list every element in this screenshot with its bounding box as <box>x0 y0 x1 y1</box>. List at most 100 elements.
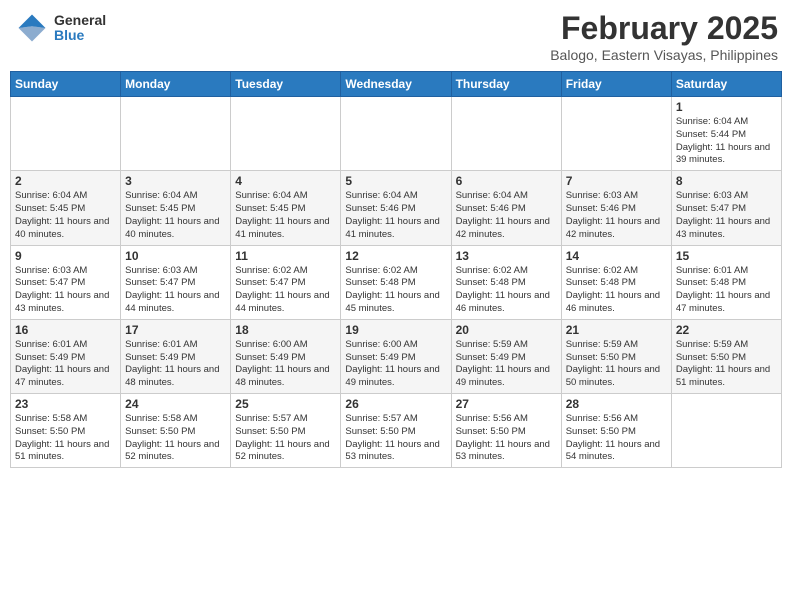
calendar-cell: 5Sunrise: 6:04 AMSunset: 5:46 PMDaylight… <box>341 171 451 245</box>
calendar-week-row: 9 Sunrise: 6:03 AMSunset: 5:47 PMDaylight… <box>11 245 782 319</box>
calendar-cell: 17 Sunrise: 6:01 AMSunset: 5:49 PMDayligh… <box>121 319 231 393</box>
calendar-cell: 18 Sunrise: 6:00 AMSunset: 5:49 PMDayligh… <box>231 319 341 393</box>
calendar-cell: 20Sunrise: 5:59 AMSunset: 5:49 PMDayligh… <box>451 319 561 393</box>
calendar-cell: 21 Sunrise: 5:59 AMSunset: 5:50 PMDayligh… <box>561 319 671 393</box>
day-info: Sunrise: 5:59 AMSunset: 5:50 PMDaylight:… <box>676 339 777 390</box>
day-number: 28 <box>566 397 667 411</box>
weekday-header-monday: Monday <box>121 72 231 97</box>
day-number: 19 <box>345 323 446 337</box>
day-info: Sunrise: 5:58 AMSunset: 5:50 PMDaylight:… <box>15 413 116 464</box>
calendar-cell: 1 Sunrise: 6:04 AMSunset: 5:44 PMDaylight… <box>671 97 781 171</box>
weekday-header-friday: Friday <box>561 72 671 97</box>
logo-icon <box>14 10 50 46</box>
calendar-cell: 13Sunrise: 6:02 AMSunset: 5:48 PMDayligh… <box>451 245 561 319</box>
calendar-cell <box>231 97 341 171</box>
calendar-cell: 8 Sunrise: 6:03 AMSunset: 5:47 PMDaylight… <box>671 171 781 245</box>
calendar-cell <box>451 97 561 171</box>
location-subtitle: Balogo, Eastern Visayas, Philippines <box>550 47 778 63</box>
day-number: 2 <box>15 174 116 188</box>
page-header: General Blue February 2025 Balogo, Easte… <box>10 10 782 63</box>
calendar-cell: 2 Sunrise: 6:04 AMSunset: 5:45 PMDaylight… <box>11 171 121 245</box>
title-block: February 2025 Balogo, Eastern Visayas, P… <box>550 10 778 63</box>
day-info: Sunrise: 5:57 AMSunset: 5:50 PMDaylight:… <box>345 413 446 464</box>
day-number: 23 <box>15 397 116 411</box>
calendar-cell <box>341 97 451 171</box>
logo-text: General Blue <box>54 13 106 44</box>
logo-blue: Blue <box>54 28 106 43</box>
calendar-cell: 9 Sunrise: 6:03 AMSunset: 5:47 PMDaylight… <box>11 245 121 319</box>
day-number: 12 <box>345 249 446 263</box>
day-number: 21 <box>566 323 667 337</box>
day-info: Sunrise: 6:03 AMSunset: 5:47 PMDaylight:… <box>125 265 226 316</box>
month-year-title: February 2025 <box>550 10 778 47</box>
calendar-week-row: 2 Sunrise: 6:04 AMSunset: 5:45 PMDaylight… <box>11 171 782 245</box>
calendar-cell: 26 Sunrise: 5:57 AMSunset: 5:50 PMDayligh… <box>341 394 451 468</box>
day-number: 18 <box>235 323 336 337</box>
day-info: Sunrise: 5:59 AMSunset: 5:50 PMDaylight:… <box>566 339 667 390</box>
day-info: Sunrise: 6:01 AMSunset: 5:48 PMDaylight:… <box>676 265 777 316</box>
day-info: Sunrise: 6:00 AMSunset: 5:49 PMDaylight:… <box>345 339 446 390</box>
day-number: 9 <box>15 249 116 263</box>
day-info: Sunrise: 6:04 AMSunset: 5:45 PMDaylight:… <box>235 190 336 241</box>
calendar-week-row: 16Sunrise: 6:01 AMSunset: 5:49 PMDayligh… <box>11 319 782 393</box>
calendar-cell: 27Sunrise: 5:56 AMSunset: 5:50 PMDayligh… <box>451 394 561 468</box>
weekday-header-wednesday: Wednesday <box>341 72 451 97</box>
day-number: 4 <box>235 174 336 188</box>
calendar-cell: 7 Sunrise: 6:03 AMSunset: 5:46 PMDaylight… <box>561 171 671 245</box>
day-info: Sunrise: 6:02 AMSunset: 5:48 PMDaylight:… <box>566 265 667 316</box>
day-info: Sunrise: 6:04 AMSunset: 5:46 PMDaylight:… <box>345 190 446 241</box>
day-info: Sunrise: 5:58 AMSunset: 5:50 PMDaylight:… <box>125 413 226 464</box>
calendar-cell: 15 Sunrise: 6:01 AMSunset: 5:48 PMDayligh… <box>671 245 781 319</box>
calendar-cell: 10 Sunrise: 6:03 AMSunset: 5:47 PMDayligh… <box>121 245 231 319</box>
day-number: 15 <box>676 249 777 263</box>
calendar-cell: 24 Sunrise: 5:58 AMSunset: 5:50 PMDayligh… <box>121 394 231 468</box>
day-number: 26 <box>345 397 446 411</box>
calendar-cell: 16Sunrise: 6:01 AMSunset: 5:49 PMDayligh… <box>11 319 121 393</box>
day-number: 25 <box>235 397 336 411</box>
calendar-week-row: 23 Sunrise: 5:58 AMSunset: 5:50 PMDayligh… <box>11 394 782 468</box>
calendar-cell <box>11 97 121 171</box>
day-number: 3 <box>125 174 226 188</box>
day-number: 10 <box>125 249 226 263</box>
day-number: 7 <box>566 174 667 188</box>
calendar-cell: 12 Sunrise: 6:02 AMSunset: 5:48 PMDayligh… <box>341 245 451 319</box>
calendar-cell: 14 Sunrise: 6:02 AMSunset: 5:48 PMDayligh… <box>561 245 671 319</box>
weekday-header-row: SundayMondayTuesdayWednesdayThursdayFrid… <box>11 72 782 97</box>
calendar-cell <box>121 97 231 171</box>
day-info: Sunrise: 6:03 AMSunset: 5:46 PMDaylight:… <box>566 190 667 241</box>
day-number: 14 <box>566 249 667 263</box>
day-info: Sunrise: 6:02 AMSunset: 5:47 PMDaylight:… <box>235 265 336 316</box>
calendar-cell: 28 Sunrise: 5:56 AMSunset: 5:50 PMDayligh… <box>561 394 671 468</box>
weekday-header-saturday: Saturday <box>671 72 781 97</box>
day-number: 13 <box>456 249 557 263</box>
day-number: 6 <box>456 174 557 188</box>
day-info: Sunrise: 6:01 AMSunset: 5:49 PMDaylight:… <box>125 339 226 390</box>
day-info: Sunrise: 6:04 AMSunset: 5:46 PMDaylight:… <box>456 190 557 241</box>
calendar-cell: 4 Sunrise: 6:04 AMSunset: 5:45 PMDaylight… <box>231 171 341 245</box>
day-info: Sunrise: 5:59 AMSunset: 5:49 PMDaylight:… <box>456 339 557 390</box>
day-info: Sunrise: 5:56 AMSunset: 5:50 PMDaylight:… <box>566 413 667 464</box>
day-info: Sunrise: 6:04 AMSunset: 5:44 PMDaylight:… <box>676 116 777 167</box>
day-info: Sunrise: 6:01 AMSunset: 5:49 PMDaylight:… <box>15 339 116 390</box>
day-number: 11 <box>235 249 336 263</box>
weekday-header-tuesday: Tuesday <box>231 72 341 97</box>
day-info: Sunrise: 6:00 AMSunset: 5:49 PMDaylight:… <box>235 339 336 390</box>
calendar-cell: 25 Sunrise: 5:57 AMSunset: 5:50 PMDayligh… <box>231 394 341 468</box>
day-info: Sunrise: 6:04 AMSunset: 5:45 PMDaylight:… <box>15 190 116 241</box>
day-number: 1 <box>676 100 777 114</box>
day-info: Sunrise: 6:03 AMSunset: 5:47 PMDaylight:… <box>15 265 116 316</box>
day-info: Sunrise: 6:03 AMSunset: 5:47 PMDaylight:… <box>676 190 777 241</box>
day-number: 8 <box>676 174 777 188</box>
day-number: 17 <box>125 323 226 337</box>
day-info: Sunrise: 6:04 AMSunset: 5:45 PMDaylight:… <box>125 190 226 241</box>
calendar-cell <box>671 394 781 468</box>
calendar-cell <box>561 97 671 171</box>
calendar-cell: 22Sunrise: 5:59 AMSunset: 5:50 PMDayligh… <box>671 319 781 393</box>
weekday-header-sunday: Sunday <box>11 72 121 97</box>
calendar-table: SundayMondayTuesdayWednesdayThursdayFrid… <box>10 71 782 468</box>
day-number: 24 <box>125 397 226 411</box>
day-info: Sunrise: 5:56 AMSunset: 5:50 PMDaylight:… <box>456 413 557 464</box>
weekday-header-thursday: Thursday <box>451 72 561 97</box>
day-info: Sunrise: 6:02 AMSunset: 5:48 PMDaylight:… <box>345 265 446 316</box>
day-info: Sunrise: 5:57 AMSunset: 5:50 PMDaylight:… <box>235 413 336 464</box>
